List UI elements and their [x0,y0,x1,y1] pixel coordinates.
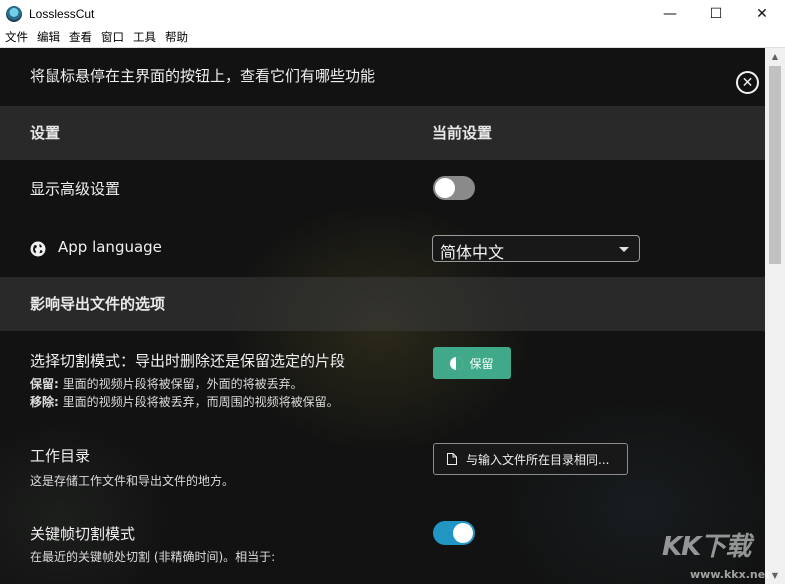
yin-yang-icon [450,356,464,370]
cut-mode-description: 保留: 里面的视频片段将被保留，外面的将被丢弃。 移除: 里面的视频片段将被丢弃… [30,375,339,411]
header-current-setting: 当前设置 [432,124,493,142]
language-select[interactable]: 简体中文 [432,235,640,262]
settings-header-row: 设置 当前设置 [0,106,765,160]
working-dir-button-label: 与输入文件所在目录相同... [466,452,610,467]
header-setting: 设置 [30,124,61,142]
advanced-settings-label: 显示高级设置 [30,180,121,198]
keyframe-cut-toggle[interactable] [433,521,475,545]
vertical-scrollbar[interactable]: ▲ ▼ [765,48,785,584]
toggle-knob [453,523,473,543]
menu-view[interactable]: 查看 [65,29,96,45]
watermark-url: www.kkx.net [690,568,771,581]
scroll-up-arrow-icon[interactable]: ▲ [765,48,785,65]
working-dir-button[interactable]: 与输入文件所在目录相同... [433,443,628,475]
export-options-title: 影响导出文件的选项 [30,295,166,313]
menu-bar: 文件 编辑 查看 窗口 工具 帮助 [0,27,785,48]
menu-help[interactable]: 帮助 [161,29,192,45]
chevron-down-icon [619,247,629,252]
close-settings-button[interactable]: ✕ [736,71,759,94]
toggle-knob [435,178,455,198]
close-window-button[interactable]: ✕ [739,0,785,27]
keyframe-cut-description: 在最近的关键帧处切割 (非精确时间)。相当于: [30,550,276,564]
file-icon [447,453,457,465]
menu-window[interactable]: 窗口 [97,29,128,45]
language-value: 简体中文 [440,243,505,262]
app-logo-icon [6,5,22,22]
hint-row: 将鼠标悬停在主界面的按钮上，查看它们有哪些功能 ✕ [0,48,765,106]
working-dir-description: 这是存储工作文件和导出文件的地方。 [30,474,235,488]
keyframe-cut-label: 关键帧切割模式 [30,525,136,543]
cut-mode-keep-button[interactable]: 保留 [433,347,511,379]
close-icon: ✕ [741,74,754,91]
globe-icon [30,241,46,257]
maximize-button[interactable]: ☐ [693,0,739,27]
watermark-logo: KK下载 [662,532,751,562]
scrollbar-thumb[interactable] [769,66,781,264]
remove-description: 移除: 里面的视频片段将被丢弃，而周围的视频将被保留。 [30,395,339,409]
language-label: App language [58,238,162,256]
hint-text: 将鼠标悬停在主界面的按钮上，查看它们有哪些功能 [30,67,376,85]
export-options-header: 影响导出文件的选项 [0,277,765,331]
window-controls: — ☐ ✕ [647,0,785,27]
window-title: LosslessCut [29,6,95,21]
minimize-button[interactable]: — [647,0,693,27]
advanced-settings-toggle[interactable] [433,176,475,200]
menu-tools[interactable]: 工具 [129,29,160,45]
keep-description: 保留: 里面的视频片段将被保留，外面的将被丢弃。 [30,377,303,391]
settings-panel: 将鼠标悬停在主界面的按钮上，查看它们有哪些功能 ✕ 设置 当前设置 显示高级设置… [0,48,765,584]
menu-file[interactable]: 文件 [1,29,32,45]
title-bar: LosslessCut — ☐ ✕ [0,0,785,27]
menu-edit[interactable]: 编辑 [33,29,64,45]
working-dir-label: 工作目录 [30,447,91,465]
cut-mode-label: 选择切割模式：导出时删除还是保留选定的片段 [30,352,346,370]
cut-mode-button-label: 保留 [469,356,494,371]
